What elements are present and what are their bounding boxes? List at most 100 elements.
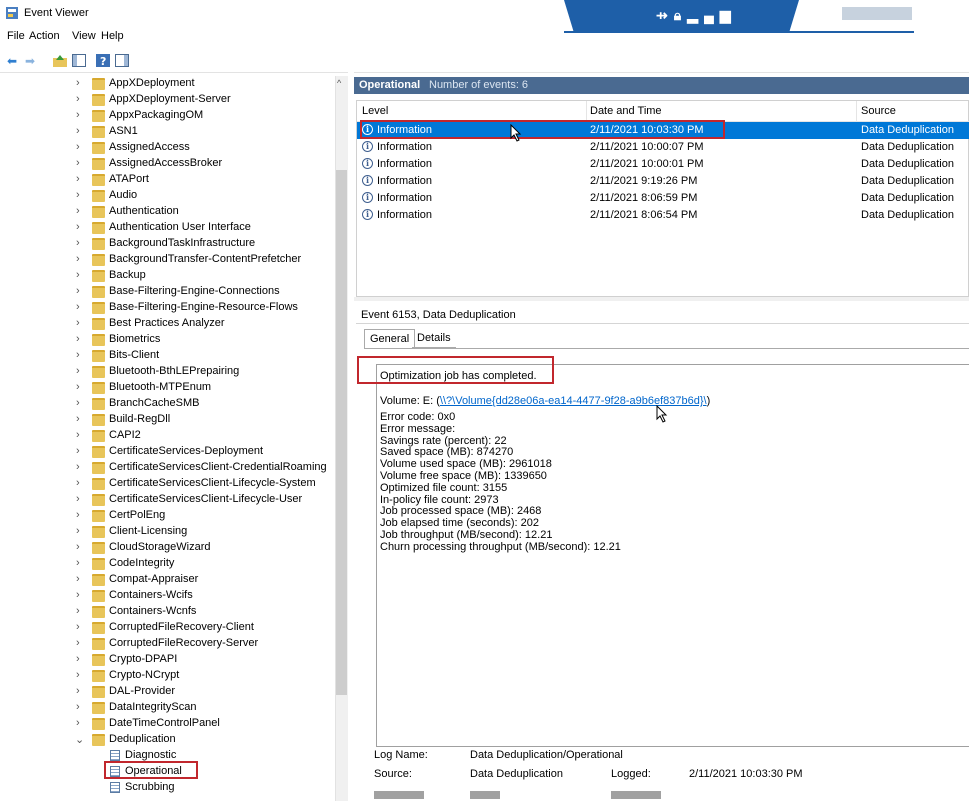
tree-item[interactable]: › Containers-Wcnfs xyxy=(0,604,335,620)
chevron-right-icon[interactable]: › xyxy=(76,301,80,313)
tree-item[interactable]: › CertificateServicesClient-CredentialRoa… xyxy=(0,460,335,476)
pane-splitter[interactable] xyxy=(348,72,354,801)
chevron-right-icon[interactable]: › xyxy=(76,189,80,201)
chevron-right-icon[interactable]: › xyxy=(76,285,80,297)
chevron-right-icon[interactable]: › xyxy=(76,605,80,617)
chevron-right-icon[interactable]: › xyxy=(76,125,80,137)
chevron-right-icon[interactable]: › xyxy=(76,333,80,345)
chevron-right-icon[interactable]: › xyxy=(76,221,80,233)
tree-item[interactable]: › Authentication xyxy=(0,204,335,220)
menu-view[interactable]: View xyxy=(72,30,96,42)
chevron-down-icon[interactable]: ⌄ xyxy=(75,733,84,746)
column-date-time[interactable]: Date and Time xyxy=(590,105,662,117)
tree-item[interactable]: › Base-Filtering-Engine-Resource-Flows xyxy=(0,300,335,316)
chevron-right-icon[interactable]: › xyxy=(76,237,80,249)
chevron-right-icon[interactable]: › xyxy=(76,317,80,329)
chevron-right-icon[interactable]: › xyxy=(76,253,80,265)
tree-item[interactable]: › CertPolEng xyxy=(0,508,335,524)
event-row[interactable]: i Information 2/11/2021 8:06:59 PM Data Ded… xyxy=(357,190,969,207)
chevron-right-icon[interactable]: › xyxy=(76,109,80,121)
tree-item[interactable]: › ASN1 xyxy=(0,124,335,140)
chevron-right-icon[interactable]: › xyxy=(76,93,80,105)
chevron-right-icon[interactable]: › xyxy=(76,349,80,361)
folder-up-icon[interactable] xyxy=(52,53,68,68)
tree-item[interactable]: › Biometrics xyxy=(0,332,335,348)
event-row[interactable]: i Information 2/11/2021 10:00:01 PM Data De… xyxy=(357,156,969,173)
lock-icon[interactable]: 🔒︎ xyxy=(674,7,687,23)
tree-item[interactable]: › BackgroundTransfer-ContentPrefetcher xyxy=(0,252,335,268)
tree-scrollbar-thumb[interactable] xyxy=(336,170,347,695)
scroll-up-arrow-icon[interactable]: ^ xyxy=(337,78,341,88)
chevron-right-icon[interactable]: › xyxy=(76,77,80,89)
chevron-right-icon[interactable]: › xyxy=(76,621,80,633)
column-divider[interactable] xyxy=(856,101,857,121)
tree-item[interactable]: › Bluetooth-MTPEnum xyxy=(0,380,335,396)
tree-item[interactable]: › CloudStorageWizard xyxy=(0,540,335,556)
chevron-right-icon[interactable]: › xyxy=(76,205,80,217)
menu-help[interactable]: Help xyxy=(101,30,124,42)
tree-item[interactable]: › Containers-Wcifs xyxy=(0,588,335,604)
tree-item[interactable]: › Build-RegDll xyxy=(0,412,335,428)
tree-item[interactable]: › Bluetooth-BthLEPrepairing xyxy=(0,364,335,380)
tree-item[interactable]: › CorruptedFileRecovery-Client xyxy=(0,620,335,636)
tree-item[interactable]: › Backup xyxy=(0,268,335,284)
tree-item[interactable]: › AssignedAccessBroker xyxy=(0,156,335,172)
tree-item[interactable]: › ATAPort xyxy=(0,172,335,188)
chevron-right-icon[interactable]: › xyxy=(76,461,80,473)
tab-details[interactable]: Details xyxy=(412,329,456,348)
tree-item[interactable]: › Client-Licensing xyxy=(0,524,335,540)
back-arrow-icon[interactable]: ⬅ xyxy=(4,53,20,68)
menu-action[interactable]: Action xyxy=(29,30,60,42)
tree-item[interactable]: › DateTimeControlPanel xyxy=(0,716,335,732)
tree-item-scrubbing[interactable]: Scrubbing xyxy=(0,780,335,796)
tree-item[interactable]: › CertificateServicesClient-Lifecycle-Sys… xyxy=(0,476,335,492)
chevron-right-icon[interactable]: › xyxy=(76,477,80,489)
tree-item[interactable]: › BranchCacheSMB xyxy=(0,396,335,412)
tree-item[interactable]: › Base-Filtering-Engine-Connections xyxy=(0,284,335,300)
chevron-right-icon[interactable]: › xyxy=(76,141,80,153)
chevron-right-icon[interactable]: › xyxy=(76,445,80,457)
tree-item-deduplication[interactable]: ⌄ Deduplication xyxy=(0,732,335,748)
tree-item[interactable]: › Audio xyxy=(0,188,335,204)
chevron-right-icon[interactable]: › xyxy=(76,429,80,441)
tree-item[interactable]: › AssignedAccess xyxy=(0,140,335,156)
tree-item[interactable]: › Bits-Client xyxy=(0,348,335,364)
help-icon[interactable]: ? xyxy=(95,53,111,68)
chevron-right-icon[interactable]: › xyxy=(76,173,80,185)
event-row[interactable]: i Information 2/11/2021 10:00:07 PM Data De… xyxy=(357,139,969,156)
event-description[interactable]: Optimization job has completed. Volume: … xyxy=(376,364,969,747)
chevron-right-icon[interactable]: › xyxy=(76,525,80,537)
tree-item[interactable]: › Compat-Appraiser xyxy=(0,572,335,588)
horizontal-splitter[interactable] xyxy=(354,297,969,301)
chevron-right-icon[interactable]: › xyxy=(76,685,80,697)
chevron-right-icon[interactable]: › xyxy=(76,557,80,569)
tree-item[interactable]: › CertificateServicesClient-Lifecycle-Use… xyxy=(0,492,335,508)
chevron-right-icon[interactable]: › xyxy=(76,413,80,425)
chevron-right-icon[interactable]: › xyxy=(76,269,80,281)
chevron-right-icon[interactable]: › xyxy=(76,509,80,521)
tree-item[interactable]: › CorruptedFileRecovery-Server xyxy=(0,636,335,652)
tree-item[interactable]: › CertificateServices-Deployment xyxy=(0,444,335,460)
chevron-right-icon[interactable]: › xyxy=(76,589,80,601)
column-level[interactable]: Level xyxy=(362,105,388,117)
tree-item[interactable]: › Crypto-NCrypt xyxy=(0,668,335,684)
tree-item[interactable]: › Authentication User Interface xyxy=(0,220,335,236)
tree-item[interactable]: › Crypto-DPAPI xyxy=(0,652,335,668)
tree-item[interactable]: › AppXDeployment-Server xyxy=(0,92,335,108)
tree-item[interactable]: › DAL-Provider xyxy=(0,684,335,700)
chevron-right-icon[interactable]: › xyxy=(76,669,80,681)
tree-item[interactable]: › CAPI2 xyxy=(0,428,335,444)
chevron-right-icon[interactable]: › xyxy=(76,493,80,505)
remote-session-icons[interactable]: ⇸🔒︎▂▄▆ xyxy=(656,7,737,24)
tree-item[interactable]: › AppXDeployment xyxy=(0,76,335,92)
show-hide-tree-icon[interactable] xyxy=(71,53,87,68)
chevron-right-icon[interactable]: › xyxy=(76,573,80,585)
chevron-right-icon[interactable]: › xyxy=(76,701,80,713)
forward-arrow-icon[interactable]: ➡ xyxy=(22,53,38,68)
tab-general[interactable]: General xyxy=(364,329,416,348)
column-source[interactable]: Source xyxy=(861,105,896,117)
chevron-right-icon[interactable]: › xyxy=(76,717,80,729)
chevron-right-icon[interactable]: › xyxy=(76,637,80,649)
event-row[interactable]: i Information 2/11/2021 9:19:26 PM Data Ded… xyxy=(357,173,969,190)
event-row[interactable]: i Information 2/11/2021 8:06:54 PM Data Ded… xyxy=(357,207,969,224)
